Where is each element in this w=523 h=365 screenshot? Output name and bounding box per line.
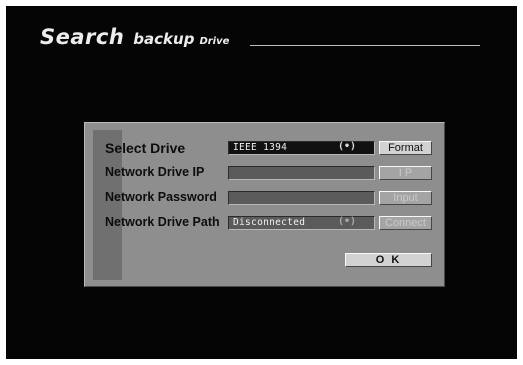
network-drive-ip-label: Network Drive IP (105, 165, 205, 179)
format-button[interactable]: Format (379, 141, 432, 155)
signal-icon: (•) (338, 141, 357, 152)
signal-icon: (•) (338, 216, 357, 227)
network-drive-path-value: Disconnected (233, 217, 306, 228)
input-button[interactable]: Input (379, 191, 432, 205)
backup-drive-dialog: Select Drive IEEE 1394 (•) Format Networ… (84, 122, 445, 287)
title-underline (250, 45, 480, 46)
network-drive-ip-field[interactable] (228, 166, 375, 180)
select-drive-label: Select Drive (105, 140, 186, 156)
network-drive-path-field[interactable]: Disconnected (•) (228, 216, 375, 230)
network-password-field[interactable] (228, 191, 375, 205)
select-drive-field[interactable]: IEEE 1394 (•) (228, 141, 375, 155)
title-word-drive: Drive (199, 36, 230, 47)
ok-button[interactable]: O K (345, 253, 432, 267)
network-drive-path-label: Network Drive Path (105, 215, 220, 229)
page-title: Search backup Drive (40, 25, 229, 49)
ip-button[interactable]: I P (379, 166, 432, 180)
title-word-search: Search (40, 25, 125, 49)
select-drive-value: IEEE 1394 (233, 142, 288, 153)
connect-button[interactable]: Connect (379, 216, 432, 230)
network-password-label: Network Password (105, 190, 217, 204)
tv-screen: Search backup Drive Select Drive IEEE 13… (6, 6, 517, 359)
title-word-backup: backup (133, 30, 195, 48)
